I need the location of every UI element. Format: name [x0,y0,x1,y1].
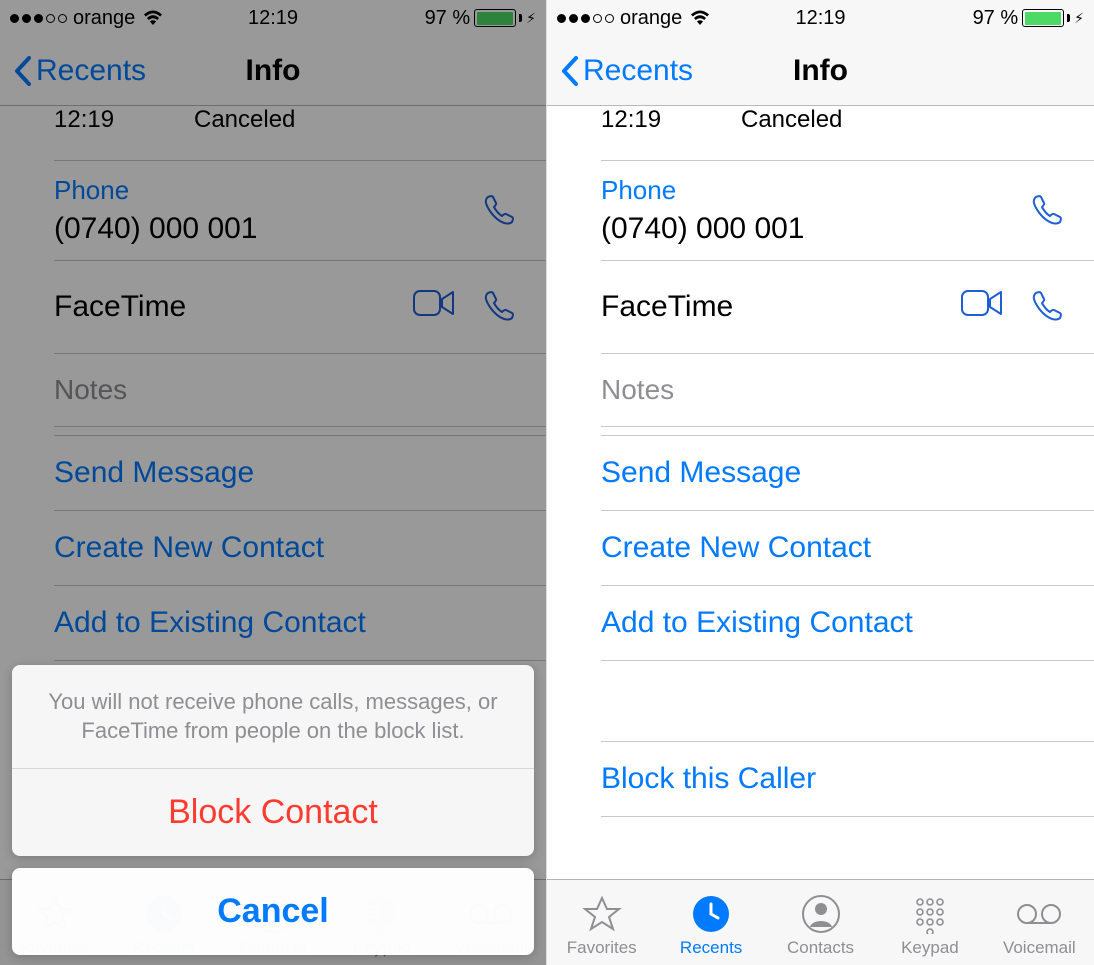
facetime-label: FaceTime [601,290,733,324]
back-label: Recents [583,54,693,88]
status-bar: orange 12:19 97 % ⚡︎ [547,0,1094,36]
nav-bar: Recents Info [547,36,1094,106]
clock-icon [691,893,731,935]
phone-number: (0740) 000 001 [601,212,805,246]
battery-icon [1022,9,1070,27]
phone-section[interactable]: Phone (0740) 000 001 [601,160,1094,260]
facetime-section: FaceTime [601,260,1094,353]
tab-label: Voicemail [1003,938,1076,958]
tab-contacts[interactable]: Contacts [766,893,875,958]
tab-favorites[interactable]: Favorites [547,893,656,958]
block-this-caller-button[interactable]: Block this Caller [601,741,1094,817]
create-new-contact-button[interactable]: Create New Contact [601,510,1094,585]
cancel-button[interactable]: Cancel [12,868,534,955]
voicemail-icon [1015,893,1063,935]
tab-label: Favorites [567,938,637,958]
phone-call-icon[interactable] [1026,191,1066,231]
phone-screen-left: orange 12:19 97 % ⚡︎ Recents Info [0,0,547,965]
wifi-icon [688,9,712,27]
action-sheet-group: You will not receive phone calls, messag… [12,665,534,856]
send-message-button[interactable]: Send Message [601,435,1094,510]
tab-bar: Favorites Recents Contacts Keypad Voicem… [547,879,1094,965]
tab-label: Contacts [787,938,854,958]
tab-label: Recents [680,938,742,958]
notes-label[interactable]: Notes [601,353,1094,426]
content-area: 12:19 Canceled Phone (0740) 000 001 Face… [547,106,1094,965]
charging-icon: ⚡︎ [1074,10,1084,27]
recent-call-row: 12:19 Canceled [547,106,1094,150]
action-sheet-message: You will not receive phone calls, messag… [12,665,534,768]
star-icon [582,893,622,935]
keypad-icon [910,893,950,935]
add-existing-contact-button[interactable]: Add to Existing Contact [601,585,1094,660]
signal-dots-icon [557,14,614,23]
page-title: Info [793,54,848,88]
phone-field-label: Phone [601,175,805,206]
status-left: orange [557,7,712,30]
back-button[interactable]: Recents [561,54,693,88]
tab-keypad[interactable]: Keypad [875,893,984,958]
carrier-label: orange [620,7,682,30]
status-time: 12:19 [795,7,845,30]
block-contact-button[interactable]: Block Contact [12,768,534,856]
tab-label: Keypad [901,938,959,958]
recent-call-time: 12:19 [601,106,741,134]
battery-percent: 97 % [973,7,1019,30]
phone-screen-right: orange 12:19 97 % ⚡︎ Recents Info 12:19 [547,0,1094,965]
facetime-video-icon[interactable] [960,287,1004,327]
tab-recents[interactable]: Recents [656,893,765,958]
tab-voicemail[interactable]: Voicemail [985,893,1094,958]
status-right: 97 % ⚡︎ [973,7,1084,30]
block-action-sheet: You will not receive phone calls, messag… [12,665,534,955]
facetime-audio-icon[interactable] [1026,287,1066,327]
recent-call-status: Canceled [741,106,842,134]
person-icon [801,893,841,935]
